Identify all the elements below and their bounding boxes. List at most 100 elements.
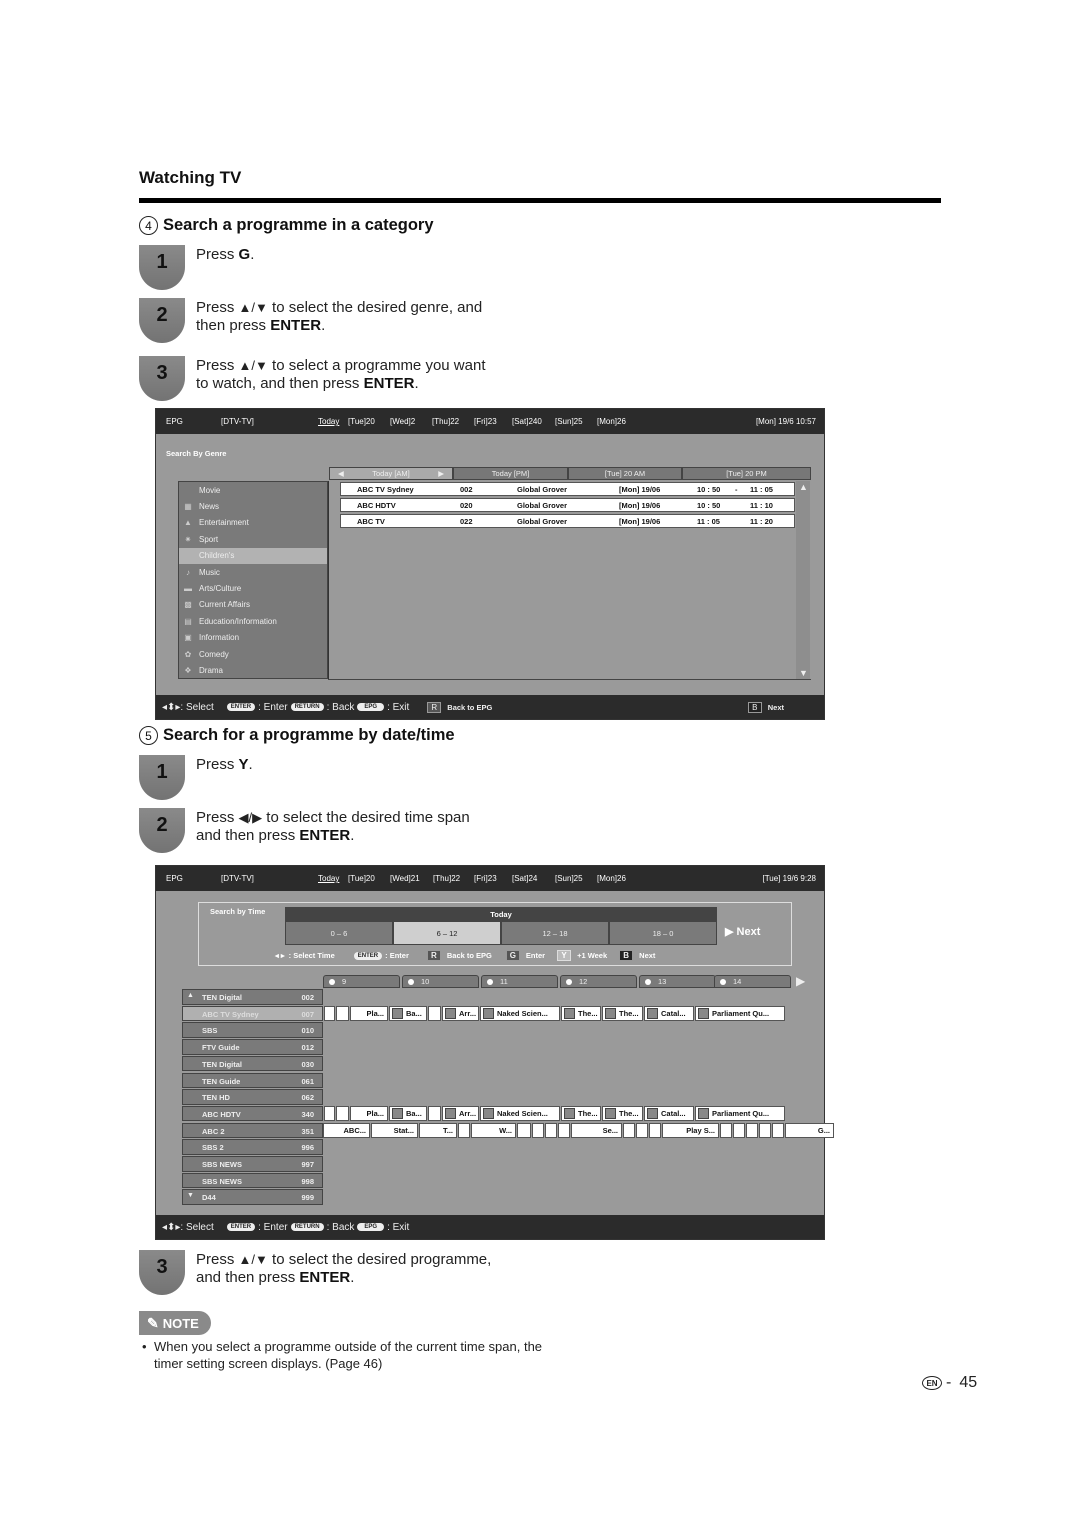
programme-cell[interactable] (324, 1005, 335, 1021)
programme-cell[interactable] (517, 1122, 531, 1138)
programme-cell[interactable]: Arr... (442, 1105, 479, 1121)
programme-cell[interactable] (733, 1122, 745, 1138)
programme-cell[interactable]: Ba... (389, 1005, 427, 1021)
scroll-right-icon[interactable]: ▶ (796, 974, 805, 988)
hour-tab[interactable]: 12 (560, 975, 637, 988)
time-slot[interactable]: 12 – 18 (501, 921, 609, 945)
tab-tue-am[interactable]: [Tue] 20 AM (568, 467, 682, 480)
programme-cell[interactable]: Ba... (389, 1105, 427, 1121)
genre-information[interactable]: ▣ Information (179, 630, 327, 646)
hour-tab[interactable]: 11 (481, 975, 558, 988)
plus-week-button[interactable]: +1 Week (577, 951, 607, 960)
programme-cell[interactable]: Naked Scien... (480, 1005, 560, 1021)
day-tab[interactable]: [Thu]22 (433, 874, 474, 883)
programme-cell[interactable] (636, 1122, 648, 1138)
day-tab[interactable]: [Sat]24 (512, 874, 555, 883)
channel-row[interactable]: SBS NEWS 998 (182, 1172, 323, 1189)
back-to-epg-button[interactable]: Back to EPG (447, 703, 492, 712)
programme-cell[interactable]: Catal... (644, 1105, 694, 1121)
hour-tab[interactable]: 13 (639, 975, 716, 988)
day-tab[interactable]: [Thu]22 (432, 417, 474, 426)
next-button[interactable]: Next (768, 703, 784, 712)
genre-current-affairs[interactable]: ▩ Current Affairs (179, 597, 327, 613)
day-tab[interactable]: [Fri]23 (474, 874, 512, 883)
channel-row[interactable]: ▼ D44 999 (182, 1189, 323, 1205)
day-tab[interactable]: [Wed]21 (390, 874, 433, 883)
time-slot[interactable]: 18 – 0 (609, 921, 717, 945)
day-tab[interactable]: [Sat]240 (512, 417, 555, 426)
programme-cell[interactable]: T... (419, 1122, 457, 1138)
programme-cell[interactable]: G... (785, 1122, 834, 1138)
day-tab[interactable]: [Tue]20 (348, 417, 390, 426)
back-to-epg-button[interactable]: Back to EPG (447, 951, 492, 960)
programme-cell[interactable] (558, 1122, 570, 1138)
hour-tab[interactable]: 14 (714, 975, 791, 988)
day-tab[interactable]: [Sun]25 (555, 417, 597, 426)
programme-cell[interactable]: Pla... (350, 1105, 388, 1121)
day-tab[interactable]: [Mon]26 (597, 874, 637, 883)
programme-cell[interactable] (428, 1105, 441, 1121)
programme-cell[interactable] (532, 1122, 544, 1138)
channel-row[interactable]: ABC HDTV 340 (182, 1105, 323, 1122)
genre-sport[interactable]: ✷ Sport (179, 531, 327, 547)
programme-cell[interactable] (772, 1122, 784, 1138)
programme-cell[interactable]: Catal... (644, 1005, 694, 1021)
programme-cell[interactable]: Parliament Qu... (695, 1005, 785, 1021)
channel-row[interactable]: ABC 2 351 (182, 1122, 323, 1139)
tab-tue-pm[interactable]: [Tue] 20 PM (682, 467, 811, 480)
genre-movie[interactable]: Movie (179, 482, 327, 498)
programme-cell[interactable] (336, 1105, 349, 1121)
enter-button[interactable]: Enter (526, 951, 545, 960)
day-tab[interactable]: [Wed]2 (390, 417, 432, 426)
time-slot[interactable]: 0 – 6 (285, 921, 393, 945)
channel-row[interactable]: TEN Digital 030 (182, 1055, 323, 1072)
hour-tab[interactable]: 9 (323, 975, 400, 988)
day-tab-today[interactable]: Today (318, 874, 348, 883)
programme-row[interactable]: ABC HDTV 020 Global Grover [Mon] 19/06 1… (340, 498, 795, 512)
channel-row[interactable]: SBS 2 996 (182, 1139, 323, 1155)
programme-row[interactable]: ABC TV Sydney 002 Global Grover [Mon] 19… (340, 482, 795, 496)
programme-cell[interactable] (458, 1122, 470, 1138)
programme-cell[interactable] (759, 1122, 771, 1138)
genre-music[interactable]: ♪ Music (179, 564, 327, 580)
day-tab[interactable]: [Sun]25 (555, 874, 597, 883)
programme-cell[interactable]: The... (561, 1105, 601, 1121)
hour-tab[interactable]: 10 (402, 975, 479, 988)
time-slot-selected[interactable]: 6 – 12 (393, 921, 501, 945)
day-tab[interactable]: [Mon]26 (597, 417, 637, 426)
programme-row[interactable]: ABC TV 022 Global Grover [Mon] 19/06 11 … (340, 514, 795, 528)
programme-cell[interactable]: Play S... (662, 1122, 719, 1138)
day-tab[interactable]: [Fri]23 (474, 417, 512, 426)
tab-today-am[interactable]: ◀ Today [AM] ▶ (329, 467, 453, 480)
genre-drama[interactable]: ❖ Drama (179, 662, 327, 678)
scroll-down-icon[interactable]: ▼ (187, 1192, 194, 1199)
programme-cell[interactable]: Stat... (371, 1122, 418, 1138)
programme-cell[interactable] (649, 1122, 661, 1138)
scroll-up-icon[interactable]: ▲ (187, 992, 194, 999)
programme-cell[interactable]: Pla... (350, 1005, 388, 1021)
channel-row[interactable]: SBS 010 (182, 1022, 323, 1038)
genre-comedy[interactable]: ✿ Comedy (179, 646, 327, 662)
channel-row[interactable]: TEN HD 062 (182, 1089, 323, 1105)
next-button[interactable]: Next (639, 951, 655, 960)
scrollbar[interactable]: ▲ ▼ (796, 481, 810, 679)
genre-entertainment[interactable]: ▲ Entertainment (179, 515, 327, 531)
genre-education[interactable]: ▤ Education/Information (179, 613, 327, 629)
programme-cell[interactable]: W... (471, 1122, 516, 1138)
scroll-down-icon[interactable]: ▼ (799, 668, 808, 678)
programme-cell[interactable]: The... (561, 1005, 601, 1021)
day-tab[interactable]: [Tue]20 (348, 874, 390, 883)
scroll-up-icon[interactable]: ▲ (799, 482, 808, 492)
programme-cell[interactable]: Se... (571, 1122, 622, 1138)
programme-cell[interactable] (336, 1005, 349, 1021)
programme-cell[interactable]: ABC... (323, 1122, 370, 1138)
next-time-button[interactable]: ▶ Next (725, 925, 760, 938)
channel-row[interactable]: SBS NEWS 997 (182, 1156, 323, 1172)
channel-row[interactable]: ▲ TEN Digital 002 (182, 989, 323, 1005)
programme-cell[interactable] (623, 1122, 635, 1138)
genre-arts-culture[interactable]: ▬ Arts/Culture (179, 580, 327, 596)
genre-news[interactable]: ▦ News (179, 498, 327, 514)
programme-cell[interactable] (428, 1005, 441, 1021)
programme-cell[interactable]: Arr... (442, 1005, 479, 1021)
programme-cell[interactable]: Parliament Qu... (695, 1105, 785, 1121)
